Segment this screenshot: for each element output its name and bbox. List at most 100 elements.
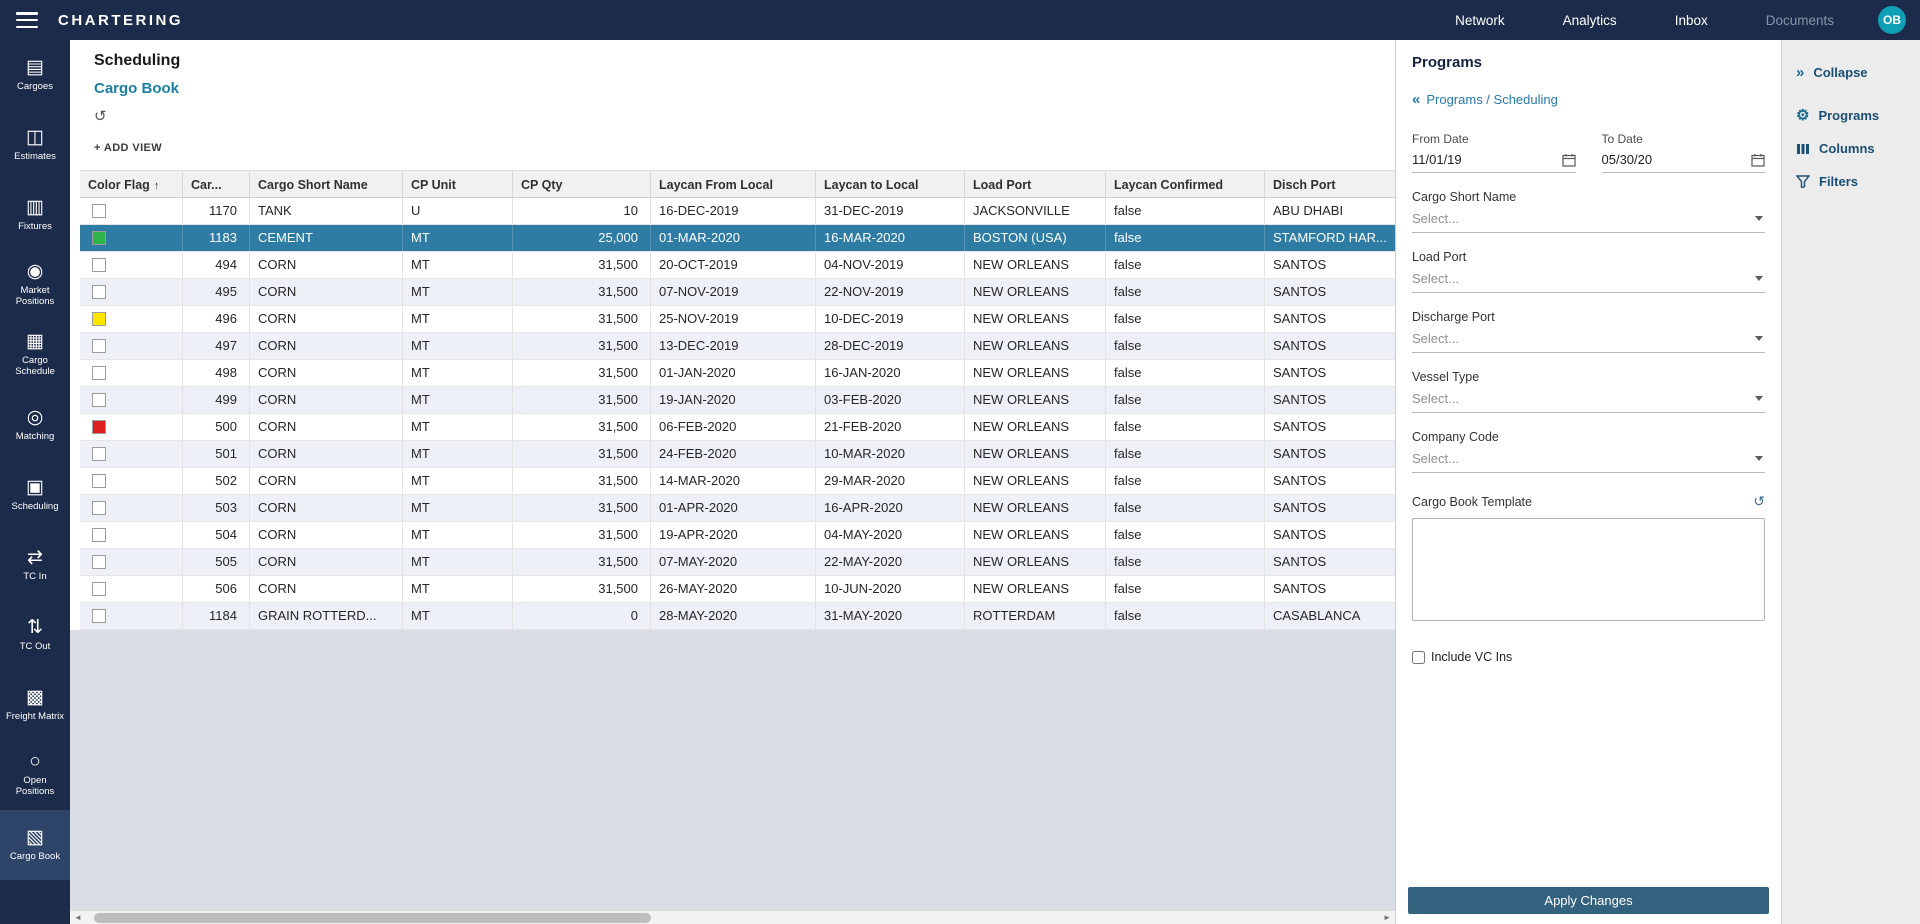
rail-item-filters[interactable]: Filters <box>1782 165 1920 198</box>
load-port-cell: NEW ORLEANS <box>965 360 1106 386</box>
sidebar-item-open-positions[interactable]: ○ Open Positions <box>0 740 70 810</box>
cargo-short-name-select[interactable]: Select... <box>1412 211 1765 233</box>
undo-icon[interactable]: ↺ <box>1753 493 1765 510</box>
laycan-from-cell: 14-MAR-2020 <box>651 468 816 494</box>
horizontal-scrollbar[interactable]: ◄ ► <box>70 910 1395 924</box>
nav-inbox[interactable]: Inbox <box>1675 13 1708 28</box>
collapse-button[interactable]: » Collapse <box>1782 56 1920 89</box>
table-row[interactable]: 505 CORN MT 31,500 07-MAY-2020 22-MAY-20… <box>80 549 1395 576</box>
load-port-select[interactable]: Select... <box>1412 271 1765 293</box>
table-row[interactable]: 502 CORN MT 31,500 14-MAR-2020 29-MAR-20… <box>80 468 1395 495</box>
color-flag-swatch[interactable] <box>92 555 106 569</box>
column-header-disch-port[interactable]: Disch Port <box>1265 171 1395 197</box>
nav-network[interactable]: Network <box>1455 13 1505 28</box>
add-view-button[interactable]: + ADD VIEW <box>94 142 162 154</box>
rail-item-columns[interactable]: Columns <box>1782 132 1920 165</box>
color-flag-swatch[interactable] <box>92 312 106 326</box>
color-flag-swatch[interactable] <box>92 609 106 623</box>
main-filler <box>70 630 1395 910</box>
breadcrumb[interactable]: « Programs / Scheduling <box>1412 91 1765 108</box>
sidebar-item-market-positions[interactable]: ◉ Market Positions <box>0 250 70 320</box>
apply-changes-button[interactable]: Apply Changes <box>1408 887 1769 914</box>
cp-unit-cell: MT <box>403 306 513 332</box>
color-flag-swatch[interactable] <box>92 420 106 434</box>
color-flag-swatch[interactable] <box>92 528 106 542</box>
color-flag-swatch[interactable] <box>92 231 106 245</box>
table-row[interactable]: 503 CORN MT 31,500 01-APR-2020 16-APR-20… <box>80 495 1395 522</box>
sidebar-item-tc-in[interactable]: ⇄ TC In <box>0 530 70 600</box>
company-code-select[interactable]: Select... <box>1412 451 1765 473</box>
nav-documents[interactable]: Documents <box>1766 13 1834 28</box>
cargo-book-template-textarea[interactable] <box>1412 518 1765 621</box>
undo-icon[interactable]: ↺ <box>94 108 107 125</box>
sidebar-item-label: Fixtures <box>18 222 52 233</box>
sidebar-item-cargo-book[interactable]: ▧ Cargo Book <box>0 810 70 880</box>
include-vc-ins-checkbox[interactable] <box>1412 651 1425 664</box>
horizontal-scrollbar-thumb[interactable] <box>94 913 651 923</box>
discharge-port-select[interactable]: Select... <box>1412 331 1765 353</box>
table-row[interactable]: 497 CORN MT 31,500 13-DEC-2019 28-DEC-20… <box>80 333 1395 360</box>
sidebar-item-scheduling[interactable]: ▣ Scheduling <box>0 460 70 530</box>
column-header-load-port[interactable]: Load Port <box>965 171 1106 197</box>
scroll-left-button[interactable]: ◄ <box>70 911 86 924</box>
color-flag-swatch[interactable] <box>92 258 106 272</box>
user-avatar[interactable]: OB <box>1878 6 1906 34</box>
field-label: Load Port <box>1412 250 1765 264</box>
color-flag-swatch[interactable] <box>92 474 106 488</box>
color-flag-swatch[interactable] <box>92 447 106 461</box>
vessel-type-select[interactable]: Select... <box>1412 391 1765 413</box>
cargo-short-name-cell: CORN <box>250 522 403 548</box>
color-flag-swatch[interactable] <box>92 393 106 407</box>
table-row[interactable]: 1184 GRAIN ROTTERD... MT 0 28-MAY-2020 3… <box>80 603 1395 630</box>
color-flag-swatch[interactable] <box>92 339 106 353</box>
column-header-color-flag[interactable]: Color Flag↑ <box>80 171 183 197</box>
sidebar-item-matching[interactable]: ◎ Matching <box>0 390 70 460</box>
laycan-from-cell: 01-JAN-2020 <box>651 360 816 386</box>
table-row[interactable]: 504 CORN MT 31,500 19-APR-2020 04-MAY-20… <box>80 522 1395 549</box>
scroll-right-button[interactable]: ► <box>1379 911 1395 924</box>
table-row[interactable]: 500 CORN MT 31,500 06-FEB-2020 21-FEB-20… <box>80 414 1395 441</box>
color-flag-cell <box>80 387 183 413</box>
horizontal-scrollbar-track[interactable] <box>86 911 1379 924</box>
calendar-icon[interactable] <box>1751 153 1765 167</box>
table-row[interactable]: 498 CORN MT 31,500 01-JAN-2020 16-JAN-20… <box>80 360 1395 387</box>
load-port-cell: NEW ORLEANS <box>965 549 1106 575</box>
sidebar-item-estimates[interactable]: ◫ Estimates <box>0 110 70 180</box>
color-flag-swatch[interactable] <box>92 366 106 380</box>
table-row[interactable]: 501 CORN MT 31,500 24-FEB-2020 10-MAR-20… <box>80 441 1395 468</box>
color-flag-swatch[interactable] <box>92 582 106 596</box>
column-header-laycan-confirmed[interactable]: Laycan Confirmed <box>1106 171 1265 197</box>
color-flag-swatch[interactable] <box>92 204 106 218</box>
sidebar-item-tc-out[interactable]: ⇅ TC Out <box>0 600 70 670</box>
color-flag-swatch[interactable] <box>92 285 106 299</box>
menu-icon[interactable] <box>16 12 38 28</box>
sidebar-item-cargoes[interactable]: ▤ Cargoes <box>0 40 70 110</box>
from-date-field[interactable]: 11/01/19 <box>1412 152 1576 173</box>
column-header-cargo-short-name[interactable]: Cargo Short Name <box>250 171 403 197</box>
to-date-field[interactable]: 05/30/20 <box>1602 152 1766 173</box>
table-row[interactable]: 506 CORN MT 31,500 26-MAY-2020 10-JUN-20… <box>80 576 1395 603</box>
table-row[interactable]: 1183 CEMENT MT 25,000 01-MAR-2020 16-MAR… <box>80 225 1395 252</box>
disch-port-cell: SANTOS <box>1265 468 1395 494</box>
column-header-laycan-from[interactable]: Laycan From Local <box>651 171 816 197</box>
table-row[interactable]: 495 CORN MT 31,500 07-NOV-2019 22-NOV-20… <box>80 279 1395 306</box>
sidebar-item-cargo-schedule[interactable]: ▦ Cargo Schedule <box>0 320 70 390</box>
color-flag-swatch[interactable] <box>92 501 106 515</box>
sidebar-item-fixtures[interactable]: ▥ Fixtures <box>0 180 70 250</box>
column-header-laycan-to[interactable]: Laycan to Local <box>816 171 965 197</box>
laycan-to-cell: 04-NOV-2019 <box>816 252 965 278</box>
table-row[interactable]: 1170 TANK U 10 16-DEC-2019 31-DEC-2019 J… <box>80 198 1395 225</box>
sidebar-item-freight-matrix[interactable]: ▩ Freight Matrix <box>0 670 70 740</box>
calendar-icon[interactable] <box>1562 153 1576 167</box>
table-row[interactable]: 499 CORN MT 31,500 19-JAN-2020 03-FEB-20… <box>80 387 1395 414</box>
table-row[interactable]: 496 CORN MT 31,500 25-NOV-2019 10-DEC-20… <box>80 306 1395 333</box>
laycan-to-cell: 10-MAR-2020 <box>816 441 965 467</box>
column-header-cp-unit[interactable]: CP Unit <box>403 171 513 197</box>
rail-item-programs[interactable]: ⚙ Programs <box>1782 99 1920 132</box>
cargo-id-cell: 500 <box>183 414 250 440</box>
column-header-cargo-id[interactable]: Car... <box>183 171 250 197</box>
column-header-cp-qty[interactable]: CP Qty <box>513 171 651 197</box>
disch-port-cell: SANTOS <box>1265 387 1395 413</box>
nav-analytics[interactable]: Analytics <box>1563 13 1617 28</box>
table-row[interactable]: 494 CORN MT 31,500 20-OCT-2019 04-NOV-20… <box>80 252 1395 279</box>
